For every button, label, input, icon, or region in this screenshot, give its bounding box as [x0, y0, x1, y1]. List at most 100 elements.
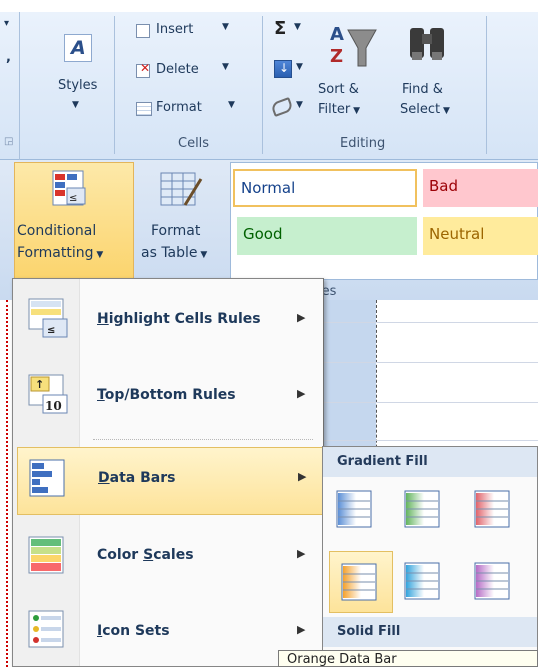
chevron-down-icon: ▼: [350, 106, 360, 116]
submenu-arrow-icon: ▶: [297, 311, 306, 324]
styles-button[interactable]: A Styles ▼: [52, 20, 104, 140]
style-neutral-label: Neutral: [429, 225, 485, 243]
chevron-down-icon: ▼: [93, 250, 104, 260]
solid-fill-heading: Solid Fill: [323, 617, 537, 647]
format-as-table-button[interactable]: Format as Table ▼: [138, 162, 230, 280]
style-bad[interactable]: Bad: [423, 169, 538, 207]
divider: [262, 16, 263, 154]
conditional-formatting-button[interactable]: ≤ Conditional Formatting ▼: [14, 162, 134, 280]
svg-text:↑: ↑: [35, 378, 44, 391]
color-scales-label: Color Scales: [97, 547, 194, 563]
chevron-down-icon: ▼: [222, 22, 229, 32]
chevron-down-icon: ▼: [222, 62, 229, 72]
sort-filter-icon: A Z: [330, 24, 377, 67]
chevron-down-icon: ▼: [228, 100, 235, 110]
icon-sets-icon: [28, 610, 64, 648]
menu-item-icon-sets[interactable]: Icon Sets ▶: [17, 601, 321, 667]
submenu-arrow-icon: ▶: [297, 623, 306, 636]
light-blue-data-bar-icon[interactable]: [403, 561, 443, 603]
sheet-edge-marker: [6, 300, 8, 667]
highlight-cells-label: Highlight Cells Rules: [97, 311, 261, 327]
top-edge-strip: [0, 0, 538, 12]
style-bad-label: Bad: [429, 177, 459, 195]
menu-item-color-scales[interactable]: Color Scales ▶: [17, 525, 321, 591]
red-data-bar-icon[interactable]: [473, 489, 513, 531]
top-bottom-icon: ↑ 10: [28, 374, 68, 414]
sort-filter-label-1: Sort &: [318, 82, 359, 97]
style-neutral[interactable]: Neutral: [423, 217, 538, 255]
sort-filter-button[interactable]: A Z Sort & Filter ▼: [314, 16, 394, 132]
green-data-bar-icon[interactable]: [403, 489, 443, 531]
row-line: [320, 322, 538, 323]
editing-group-label: Editing: [340, 136, 386, 151]
row-line: [320, 402, 538, 403]
format-as-table-icon: [160, 172, 203, 206]
delete-label: Delete: [156, 62, 199, 77]
format-as-table-label-2: as Table: [141, 245, 198, 261]
gradient-row-1: [331, 487, 531, 533]
chevron-down-icon: ▼: [72, 100, 79, 110]
format-cells-icon: [136, 102, 152, 116]
highlight-cells-icon: ≤: [28, 298, 68, 338]
menu-item-highlight-cells-rules[interactable]: ≤ Highlight Cells Rules ▶: [17, 289, 321, 355]
find-select-label-2: Select: [400, 102, 441, 117]
find-select-button[interactable]: Find & Select ▼: [400, 16, 470, 132]
binoculars-icon: [410, 28, 444, 60]
orange-data-bar-icon: [341, 563, 377, 601]
conditional-formatting-icon: ≤: [52, 170, 86, 206]
format-label: Format: [156, 100, 202, 115]
purple-data-bar-icon[interactable]: [473, 561, 513, 603]
color-scales-icon: [28, 536, 64, 574]
conditional-formatting-label-2: Formatting: [17, 245, 94, 261]
comma-style-icon[interactable]: ,: [6, 50, 11, 65]
data-bars-icon: [29, 459, 65, 497]
gradient-fill-heading: Gradient Fill: [323, 447, 537, 477]
fill-icon[interactable]: ↓: [274, 60, 292, 78]
chevron-down-icon: ▼: [294, 22, 301, 32]
divider: [486, 16, 487, 154]
delete-cells-icon: ✕: [136, 61, 150, 78]
conditional-formatting-label-1: Conditional: [17, 223, 97, 239]
submenu-arrow-icon: ▶: [297, 387, 306, 400]
sort-filter-label-2: Filter: [318, 102, 351, 117]
style-good-label: Good: [243, 225, 283, 243]
svg-text:≤: ≤: [47, 325, 55, 336]
style-normal[interactable]: Normal: [233, 169, 417, 207]
cell-styles-gallery: Normal Bad Good Neutral: [230, 162, 538, 280]
chevron-down-icon: ▼: [296, 62, 303, 72]
format-as-table-label-1: Format: [151, 223, 201, 239]
chevron-down-icon: ▼: [296, 100, 303, 110]
row-line: [320, 440, 538, 441]
blue-data-bar-icon[interactable]: [335, 489, 375, 531]
chevron-down-icon: ▼: [440, 106, 450, 116]
chevron-down-icon: ▼: [197, 250, 208, 260]
data-bars-submenu: Gradient Fill Solid Fill: [322, 446, 538, 667]
menu-item-top-bottom-rules[interactable]: ↑ 10 Top/Bottom Rules ▶: [17, 365, 321, 431]
svg-text:A: A: [330, 24, 344, 45]
icon-sets-label: Icon Sets: [97, 623, 170, 639]
scroll-down-icon[interactable]: ▾: [4, 18, 9, 29]
sigma-icon: Σ: [274, 18, 287, 39]
top-bottom-label: Top/Bottom Rules: [97, 387, 236, 403]
tooltip: Orange Data Bar: [278, 650, 538, 667]
ribbon: ▾ , ◲ A Styles ▼ Insert ▼ ✕ Delete ▼ For…: [0, 12, 538, 160]
menu-item-data-bars[interactable]: Data Bars ▶: [17, 447, 323, 515]
editing-group: Σ ▼ ↓ ▼ ▼ A Z Sort & Filter ▼ Find & Sel…: [266, 12, 486, 160]
style-normal-label: Normal: [241, 179, 296, 197]
svg-text:10: 10: [45, 399, 62, 413]
menu-separator: [93, 439, 313, 440]
svg-text:≤: ≤: [69, 193, 77, 204]
ribbon-left-edge: ▾ , ◲: [0, 12, 20, 160]
styles-a-icon: A: [64, 34, 92, 62]
style-good[interactable]: Good: [237, 217, 417, 255]
submenu-arrow-icon: ▶: [298, 470, 307, 483]
divider: [114, 16, 115, 154]
gradient-row-2: [329, 551, 531, 613]
clear-eraser-icon[interactable]: [270, 97, 294, 117]
svg-text:Z: Z: [330, 46, 343, 67]
submenu-arrow-icon: ▶: [297, 547, 306, 560]
cells-group: Insert ▼ ✕ Delete ▼ Format ▼ Cells: [122, 12, 260, 160]
dialog-launcher-icon[interactable]: ◲: [4, 136, 13, 147]
styles-label: Styles: [58, 78, 98, 93]
orange-data-bar-option[interactable]: [329, 551, 393, 613]
